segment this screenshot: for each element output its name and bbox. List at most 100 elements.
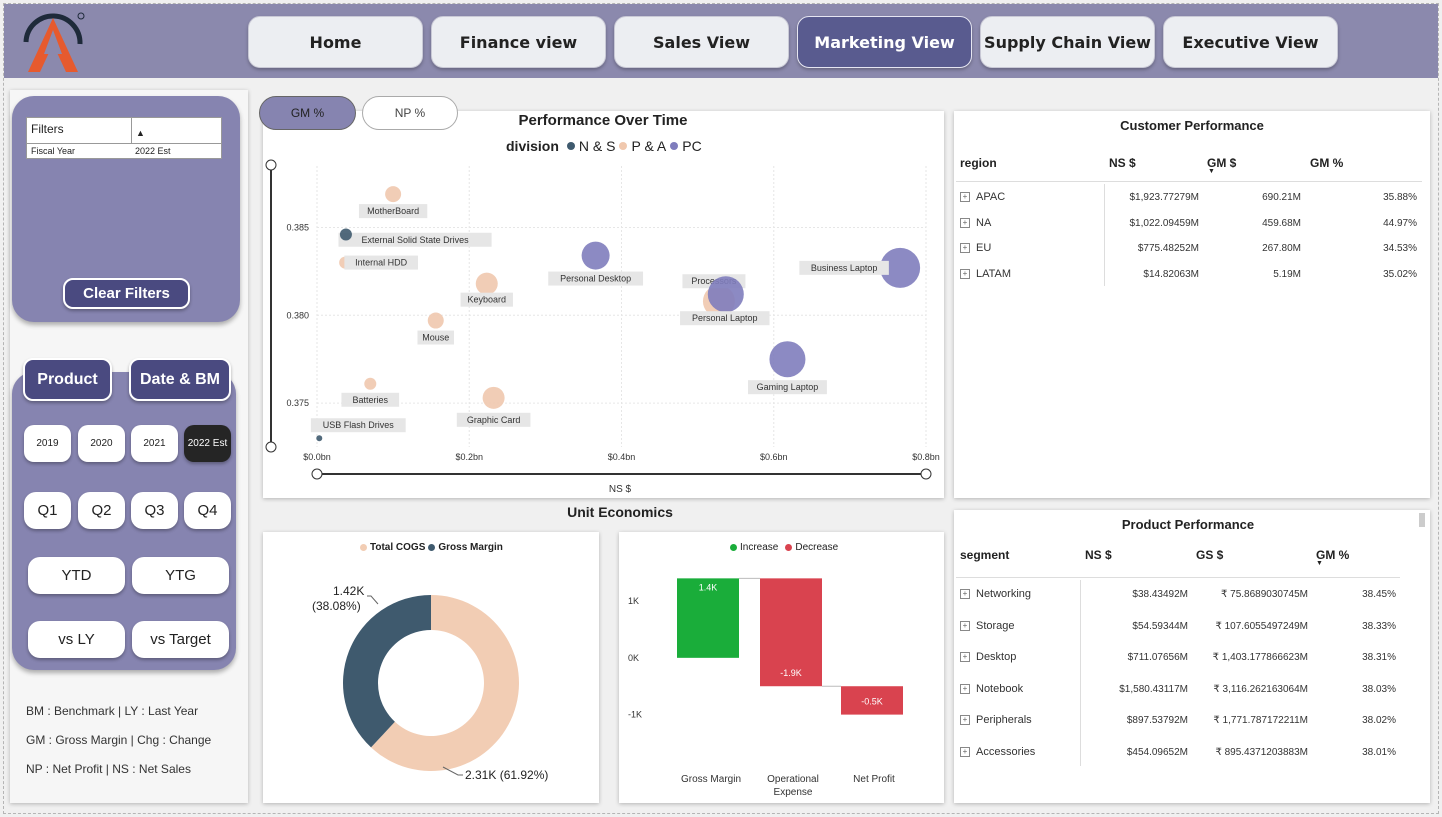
- expand-plus-icon[interactable]: +: [960, 217, 970, 228]
- year-2021-button[interactable]: 2021: [131, 425, 178, 462]
- x-tick-label: $0.2bn: [455, 452, 483, 462]
- row-label[interactable]: + NA: [960, 217, 991, 229]
- gm-percent-toggle[interactable]: GM %: [259, 96, 356, 130]
- y-tick-label: 0.375: [286, 398, 309, 408]
- legend-note-1: BM : Benchmark | LY : Last Year: [26, 704, 199, 718]
- row-label[interactable]: + Accessories: [960, 746, 1035, 758]
- point-label: USB Flash Drives: [323, 420, 395, 430]
- scrollbar-thumb[interactable]: [1419, 513, 1425, 527]
- y-tick-label: -1K: [628, 710, 642, 720]
- data-point: [385, 186, 402, 203]
- row-label[interactable]: + APAC: [960, 191, 1005, 203]
- nav-marketing-button[interactable]: Marketing View: [797, 16, 972, 68]
- row-label-text: Networking: [976, 588, 1032, 600]
- legend-increase-label: Increase: [740, 542, 779, 553]
- expand-plus-icon[interactable]: +: [960, 715, 970, 726]
- table-cell: 38.02%: [1362, 715, 1396, 726]
- legend-cogs-label: Total COGS: [370, 542, 426, 553]
- col-gs[interactable]: GS $: [1196, 548, 1223, 562]
- expand-plus-icon[interactable]: +: [960, 652, 970, 663]
- ytg-button[interactable]: YTG: [132, 557, 229, 594]
- data-point: [339, 228, 352, 241]
- nav-finance-button[interactable]: Finance view: [431, 16, 606, 68]
- expand-plus-icon[interactable]: +: [960, 589, 970, 600]
- quarter-q2-button[interactable]: Q2: [78, 492, 125, 529]
- vs-target-button[interactable]: vs Target: [132, 621, 229, 658]
- data-point: [581, 241, 610, 270]
- data-point: [364, 377, 377, 390]
- row-label[interactable]: + Peripherals: [960, 714, 1032, 726]
- row-label-text: LATAM: [976, 267, 1012, 280]
- y-tick-label: 0.380: [286, 310, 309, 320]
- col-region[interactable]: region: [960, 156, 997, 170]
- expand-plus-icon[interactable]: +: [960, 268, 970, 279]
- year-2019-button[interactable]: 2019: [24, 425, 71, 462]
- table-cell: $54.59344M: [1132, 620, 1188, 632]
- waterfall-chart: 1K 0K -1K 1.4K -1.9K -0.5K Gross Margin Operati…: [628, 577, 903, 798]
- filter-row-value: 2022 Est: [135, 146, 171, 156]
- y-range-slider-handle: [265, 159, 277, 171]
- tab-product[interactable]: Product: [23, 358, 112, 401]
- data-point: [316, 435, 323, 442]
- expand-plus-icon[interactable]: +: [960, 620, 970, 631]
- np-percent-toggle[interactable]: NP %: [362, 96, 458, 130]
- nav-executive-button[interactable]: Executive View: [1163, 16, 1338, 68]
- sort-up-icon[interactable]: ▲: [132, 118, 221, 143]
- legend-gm-label: Gross Margin: [438, 542, 503, 553]
- product-performance-title: Product Performance: [1121, 517, 1255, 532]
- quarter-q3-button[interactable]: Q3: [131, 492, 178, 529]
- gm-value-label: 1.42K: [333, 584, 364, 598]
- legend-note-3: NP : Net Profit | NS : Net Sales: [26, 762, 191, 776]
- row-label[interactable]: + Networking: [960, 588, 1031, 600]
- data-point: [475, 272, 498, 295]
- col-gm-percent[interactable]: GM %: [1310, 156, 1343, 170]
- point-label: Batteries: [353, 395, 389, 405]
- point-label: Graphic Card: [467, 415, 521, 425]
- year-2020-button[interactable]: 2020: [78, 425, 125, 462]
- quarter-q1-button[interactable]: Q1: [24, 492, 71, 529]
- label-leader-line: [367, 595, 379, 605]
- row-label-text: Accessories: [976, 745, 1036, 758]
- col-ns[interactable]: NS $: [1109, 156, 1136, 170]
- point-label: Personal Desktop: [560, 274, 631, 284]
- y-tick-label: 1K: [628, 596, 639, 606]
- x-range-slider-handle: [311, 468, 323, 480]
- x-category-label: Gross Margin: [681, 774, 741, 785]
- expand-plus-icon[interactable]: +: [960, 243, 970, 254]
- row-label[interactable]: + Desktop: [960, 651, 1016, 663]
- row-label[interactable]: + Notebook: [960, 683, 1023, 695]
- row-label[interactable]: + EU: [960, 242, 991, 254]
- expand-plus-icon[interactable]: +: [960, 746, 970, 757]
- clear-filters-button[interactable]: Clear Filters: [63, 278, 190, 309]
- data-point: [769, 341, 806, 378]
- table-cell: 38.01%: [1362, 746, 1396, 758]
- col-segment[interactable]: segment: [960, 548, 1009, 562]
- bar-value-label: -0.5K: [861, 697, 883, 707]
- row-label[interactable]: + LATAM: [960, 268, 1011, 280]
- customer-table-header-row: [956, 146, 1422, 182]
- sort-down-icon[interactable]: ▼: [1208, 168, 1215, 175]
- row-label[interactable]: + Storage: [960, 620, 1015, 632]
- legend-cogs-marker: [360, 544, 367, 551]
- table-cell: $711.07656M: [1127, 652, 1188, 663]
- nav-supply-chain-button[interactable]: Supply Chain View: [980, 16, 1155, 68]
- sort-down-icon[interactable]: ▼: [1316, 560, 1323, 567]
- col-product-ns[interactable]: NS $: [1085, 548, 1112, 562]
- row-label-text: Peripherals: [976, 714, 1032, 726]
- nav-home-button[interactable]: Home: [248, 16, 423, 68]
- ytd-button[interactable]: YTD: [28, 557, 125, 594]
- nav-sales-button[interactable]: Sales View: [614, 16, 789, 68]
- expand-plus-icon[interactable]: +: [960, 192, 970, 203]
- vs-ly-button[interactable]: vs LY: [28, 621, 125, 658]
- year-2022-est-button[interactable]: 2022 Est: [184, 425, 231, 462]
- legend-decrease-label: Decrease: [795, 542, 839, 553]
- tab-date-bm[interactable]: Date & BM: [129, 358, 231, 401]
- point-label: Internal HDD: [355, 258, 408, 268]
- legend-note-2: GM : Gross Margin | Chg : Change: [26, 733, 212, 747]
- expand-plus-icon[interactable]: +: [960, 683, 970, 694]
- y-tick-label: 0K: [628, 653, 639, 663]
- quarter-q4-button[interactable]: Q4: [184, 492, 231, 529]
- donut-legend: Total COGS Gross Margin: [360, 542, 503, 553]
- x-tick-label: $0.6bn: [760, 452, 788, 462]
- data-point: [707, 276, 744, 313]
